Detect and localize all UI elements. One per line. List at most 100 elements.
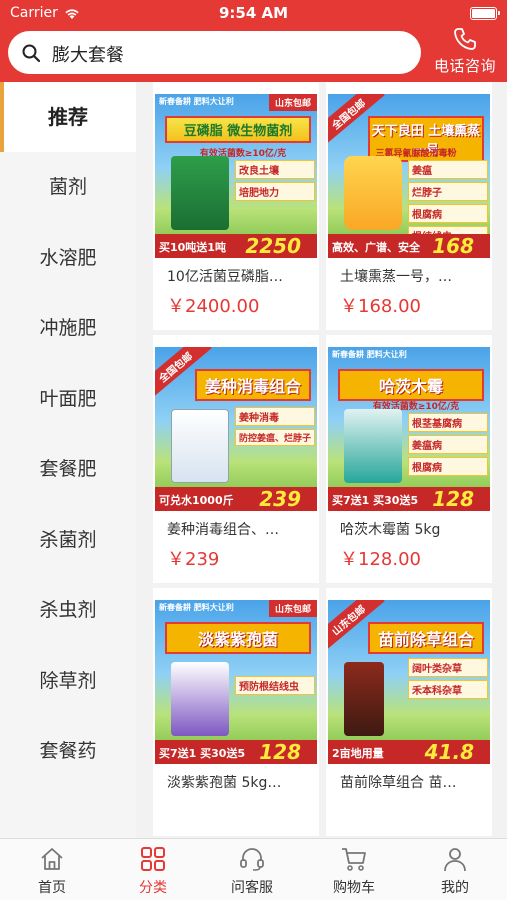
product-image: 新春备耕 肥料大让利 山东包邮 淡紫紫孢菌 预防根结线虫 买7送1 买30送5 … <box>155 600 317 764</box>
promo-price: 239 <box>259 487 301 511</box>
feature-list: 阔叶类杂草 禾本科杂草 <box>408 658 488 702</box>
feature-item: 根茎基腐病 <box>408 413 488 432</box>
feature-item: 姜瘟病 <box>408 435 488 454</box>
feature-item: 阔叶类杂草 <box>408 658 488 677</box>
product-card[interactable]: 全国包邮 姜种消毒组合 姜种消毒 防控姜瘟、烂脖子 可兑水1000斤 239 姜… <box>153 335 319 583</box>
category-grid-icon <box>141 847 165 871</box>
product-price: ￥239 <box>167 549 220 570</box>
tab-category[interactable]: 分类 <box>103 845 203 897</box>
product-package <box>344 156 402 230</box>
home-icon <box>41 848 63 870</box>
product-card[interactable]: 山东包邮 苗前除草组合 阔叶类杂草 禾本科杂草 2亩地用量 41.8 苗前除草组… <box>326 588 492 836</box>
tab-profile[interactable]: 我的 <box>405 845 505 897</box>
status-time: 9:54 AM <box>218 4 289 22</box>
feature-item: 防控姜瘟、烂脖子 <box>235 429 315 446</box>
tab-cart[interactable]: 购物车 <box>304 845 404 897</box>
product-headline: 苗前除草组合 <box>368 622 484 654</box>
product-package <box>171 409 229 483</box>
product-name: 哈茨木霉菌 5kg <box>340 522 441 538</box>
free-shipping-tag: 山东包邮 <box>268 600 317 617</box>
sidebar-item-herbicide[interactable]: 除草剂 <box>0 646 136 716</box>
feature-item: 根腐病 <box>408 457 488 476</box>
product-package <box>171 662 229 736</box>
sidebar-item-foliar-fertilizer[interactable]: 叶面肥 <box>0 364 136 434</box>
product-headline: 姜种消毒组合 <box>195 369 311 401</box>
promo-band: 高效、广谱、安全 168 <box>328 234 490 258</box>
sidebar-item-water-soluble-fertilizer[interactable]: 水溶肥 <box>0 223 136 293</box>
sidebar-item-flush-fertilizer[interactable]: 冲施肥 <box>0 293 136 363</box>
feature-item: 培肥地力 <box>235 182 315 201</box>
promo-text: 买10吨送1吨 <box>159 241 226 254</box>
status-bar: Carrier 9:54 AM <box>0 0 507 28</box>
promo-text: 可兑水1000斤 <box>159 494 234 507</box>
battery-icon <box>470 7 500 20</box>
tab-customer-service[interactable]: 问客服 <box>202 845 302 897</box>
user-icon <box>444 848 466 872</box>
promo-strip: 新春备耕 肥料大让利 <box>332 350 407 359</box>
promo-band: 买7送1 买30送5 128 <box>155 740 317 764</box>
search-query: 膨大套餐 <box>52 45 124 66</box>
product-card[interactable]: 全国包邮 天下良田 土壤熏蒸一号 三氯异氰脲酸消毒粉 姜瘟 烂脖子 根腐病 根结… <box>326 82 492 330</box>
promo-band: 可兑水1000斤 239 <box>155 487 317 511</box>
tab-label: 分类 <box>139 880 167 896</box>
feature-item: 姜瘟 <box>408 160 488 179</box>
tab-label: 我的 <box>441 880 469 896</box>
phone-consult-label: 电话咨询 <box>433 57 496 75</box>
phone-icon <box>454 28 476 50</box>
product-card[interactable]: 新春备耕 肥料大让利 山东包邮 淡紫紫孢菌 预防根结线虫 买7送1 买30送5 … <box>153 588 319 836</box>
bottom-tab-bar: 首页 分类 问客服 购物车 我的 <box>0 838 507 900</box>
product-package <box>171 156 229 230</box>
product-image: 全国包邮 天下良田 土壤熏蒸一号 三氯异氰脲酸消毒粉 姜瘟 烂脖子 根腐病 根结… <box>328 94 490 258</box>
promo-price: 2250 <box>245 234 301 258</box>
product-image: 新春备耕 肥料大让利 哈茨木霉 有效活菌数≥10亿/克 根茎基腐病 姜瘟病 根腐… <box>328 347 490 511</box>
product-card[interactable]: 新春备耕 肥料大让利 哈茨木霉 有效活菌数≥10亿/克 根茎基腐病 姜瘟病 根腐… <box>326 335 492 583</box>
product-name: 淡紫紫孢菌 5kg… <box>167 775 282 791</box>
feature-list: 根茎基腐病 姜瘟病 根腐病 <box>408 413 488 479</box>
product-name: 10亿活菌豆磷脂… <box>167 269 283 285</box>
promo-text: 2亩地用量 <box>332 747 384 760</box>
sidebar-item-insecticide[interactable]: 杀虫剂 <box>0 575 136 645</box>
free-shipping-tag: 山东包邮 <box>268 94 317 111</box>
feature-list: 姜种消毒 防控姜瘟、烂脖子 <box>235 407 315 449</box>
promo-text: 高效、广谱、安全 <box>332 241 420 254</box>
promo-band: 买7送1 买30送5 128 <box>328 487 490 511</box>
promo-band: 2亩地用量 41.8 <box>328 740 490 764</box>
promo-price: 41.8 <box>424 740 474 764</box>
promo-strip: 新春备耕 肥料大让利 <box>159 603 234 612</box>
tab-home[interactable]: 首页 <box>2 845 102 897</box>
promo-price: 168 <box>432 234 474 258</box>
feature-list: 预防根结线虫 <box>235 676 315 698</box>
promo-price: 128 <box>259 740 301 764</box>
sidebar-item-pesticide-bundle[interactable]: 套餐药 <box>0 716 136 786</box>
product-name: 苗前除草组合 苗… <box>340 775 457 791</box>
search-icon <box>22 44 41 63</box>
product-headline: 哈茨木霉 <box>338 369 484 401</box>
cart-icon <box>342 848 366 871</box>
product-headline: 淡紫紫孢菌 <box>165 622 311 654</box>
feature-item: 改良土壤 <box>235 160 315 179</box>
product-image: 新春备耕 肥料大让利 山东包邮 豆磷脂 微生物菌剂 有效活菌数≥10亿/克 改良… <box>155 94 317 258</box>
feature-list: 改良土壤 培肥地力 <box>235 160 315 204</box>
product-name: 土壤熏蒸一号，… <box>340 269 452 285</box>
promo-text: 买7送1 买30送5 <box>332 494 419 507</box>
sidebar-item-fertilizer-bundle[interactable]: 套餐肥 <box>0 434 136 504</box>
product-price: ￥128.00 <box>340 549 421 570</box>
feature-item: 姜种消毒 <box>235 407 315 426</box>
phone-consult-button[interactable]: 电话咨询 <box>426 26 504 78</box>
product-image: 山东包邮 苗前除草组合 阔叶类杂草 禾本科杂草 2亩地用量 41.8 <box>328 600 490 764</box>
feature-item: 预防根结线虫 <box>235 676 315 695</box>
product-name: 姜种消毒组合、… <box>167 522 279 538</box>
feature-item: 根腐病 <box>408 204 488 223</box>
tab-label: 购物车 <box>333 880 375 896</box>
product-card[interactable]: 新春备耕 肥料大让利 山东包邮 豆磷脂 微生物菌剂 有效活菌数≥10亿/克 改良… <box>153 82 319 330</box>
sidebar-item-microbial-agent[interactable]: 菌剂 <box>0 152 136 222</box>
product-headline: 豆磷脂 微生物菌剂 <box>165 116 311 143</box>
promo-text: 买7送1 买30送5 <box>159 747 246 760</box>
product-package <box>344 662 384 736</box>
sidebar-item-recommend[interactable]: 推荐 <box>0 82 136 152</box>
promo-band: 买10吨送1吨 2250 <box>155 234 317 258</box>
sidebar-item-fungicide[interactable]: 杀菌剂 <box>0 505 136 575</box>
promo-strip: 新春备耕 肥料大让利 <box>159 97 234 106</box>
product-grid: 新春备耕 肥料大让利 山东包邮 豆磷脂 微生物菌剂 有效活菌数≥10亿/克 改良… <box>136 82 507 838</box>
search-input[interactable]: 膨大套餐 <box>8 31 421 74</box>
